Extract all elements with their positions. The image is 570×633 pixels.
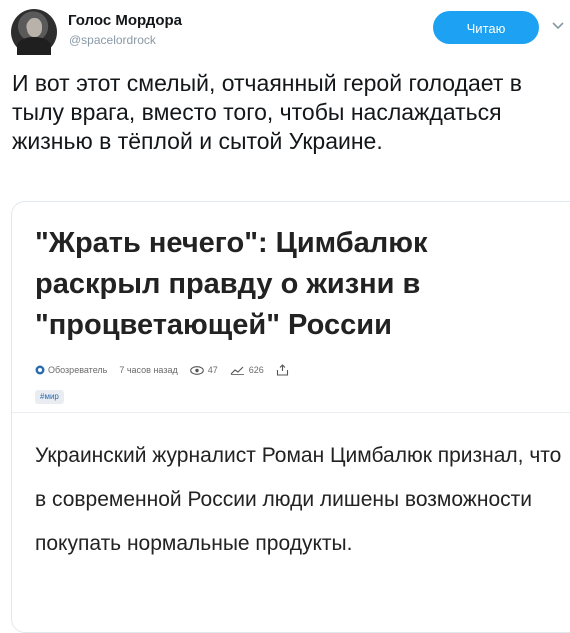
avatar-face (27, 18, 42, 37)
display-name[interactable]: Голос Мордора (68, 12, 182, 29)
avatar-body (17, 37, 51, 55)
tweet-text: И вот этот смелый, отчаянный герой голод… (12, 70, 522, 154)
eye-icon (189, 365, 204, 375)
trend-count: 626 (248, 365, 264, 375)
time-label: 7 часов назад (119, 365, 178, 375)
tag-badge[interactable]: #мир (35, 390, 64, 404)
source[interactable]: Обозреватель (35, 365, 107, 375)
card-divider (12, 412, 570, 413)
source-label: Обозреватель (48, 365, 108, 375)
tweet-header: Голос Мордора @spacelordrock Читаю (0, 0, 570, 62)
views: 47 (189, 365, 218, 375)
screen-name[interactable]: @spacelordrock (69, 33, 156, 47)
follow-button[interactable]: Читаю (433, 11, 539, 44)
views-count: 47 (207, 365, 218, 375)
trend-icon (230, 366, 244, 375)
card-headline[interactable]: "Жрать нечего": Цимбалюк раскрыл правду … (35, 223, 555, 346)
chevron-down-icon[interactable] (549, 17, 567, 35)
source-logo-icon (35, 365, 45, 375)
card-meta: Обозреватель 7 часов назад 47 626 (35, 363, 289, 377)
share-icon[interactable] (276, 364, 289, 376)
card-lead: Украинский журналист Роман Цимбалюк приз… (35, 444, 562, 555)
avatar[interactable] (11, 9, 57, 55)
link-card[interactable]: "Жрать нечего": Цимбалюк раскрыл правду … (11, 201, 570, 633)
trend: 626 (230, 365, 264, 375)
